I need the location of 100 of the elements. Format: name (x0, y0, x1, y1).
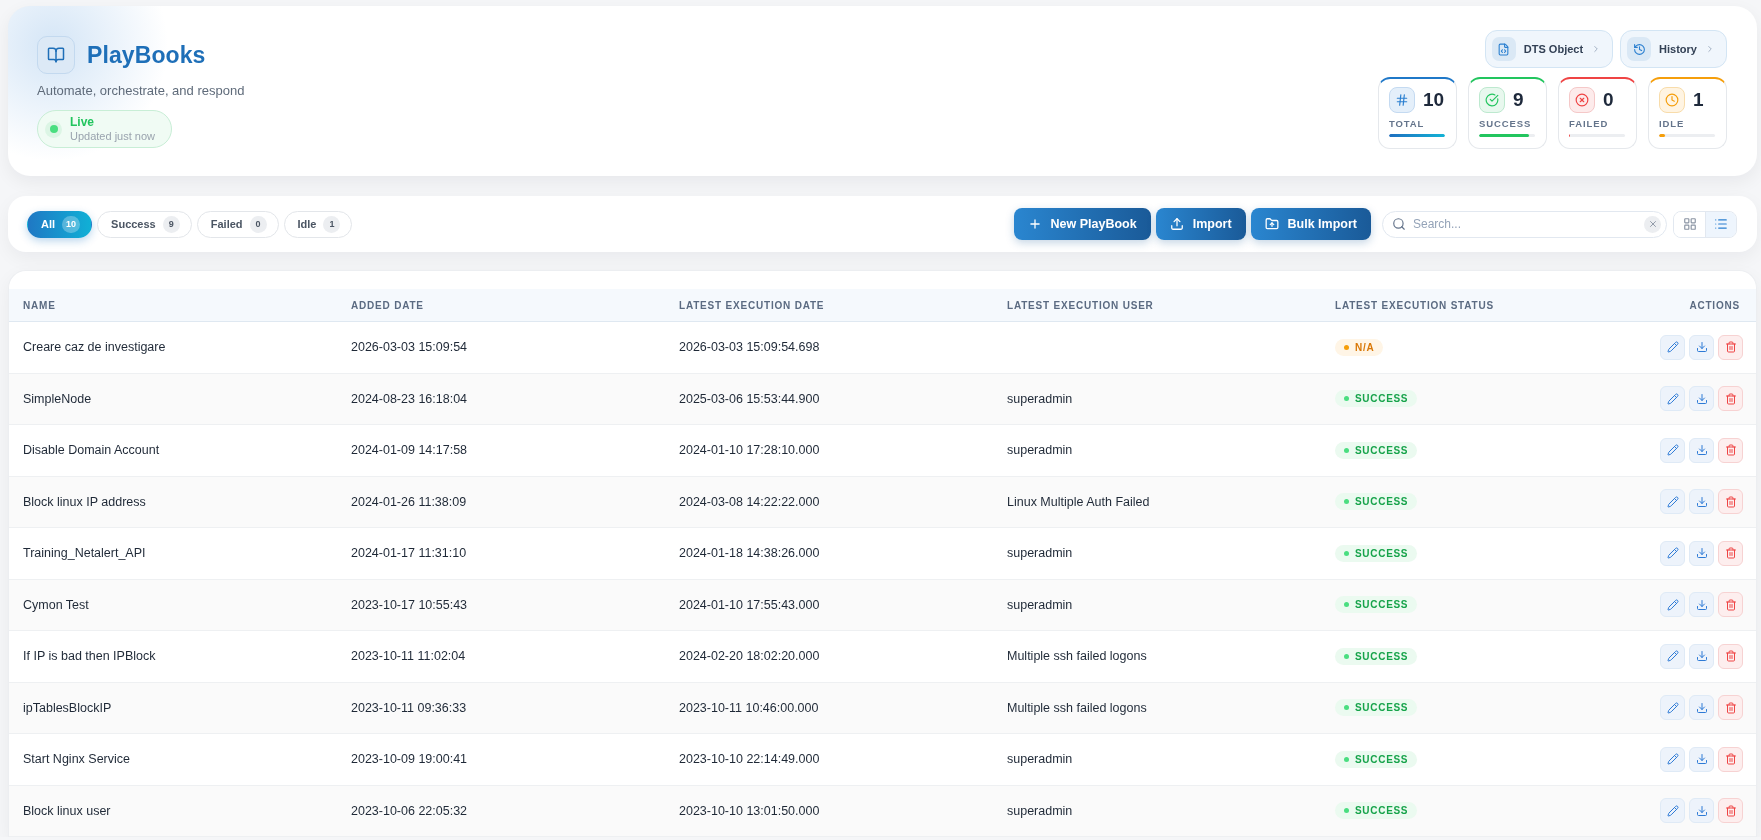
trash-icon (1724, 392, 1737, 405)
download-icon (1695, 753, 1708, 766)
header-link-button[interactable]: DTS Object (1484, 30, 1614, 68)
folder-upload-icon (1264, 217, 1279, 231)
clear-icon[interactable] (1644, 215, 1661, 233)
download-button[interactable] (1689, 540, 1714, 566)
pencil-icon (1666, 701, 1679, 714)
status-text: N/A (1355, 341, 1375, 353)
pencil-icon (1666, 753, 1679, 766)
table-cell-text: 2024-01-18 14:38:26.000 (679, 546, 821, 561)
table-cell-text: SimpleNode (23, 391, 93, 406)
delete-button[interactable] (1718, 643, 1743, 669)
delete-button[interactable] (1718, 540, 1743, 566)
table-cell-text: 2023-10-17 10:55:43 (351, 597, 469, 612)
table-cell-text: superadmin (1007, 443, 1074, 458)
edit-button[interactable] (1660, 540, 1685, 566)
search-field[interactable]: Search... (1382, 210, 1667, 238)
list-icon (1714, 217, 1728, 231)
download-icon (1695, 547, 1708, 560)
filter-tab[interactable]: Idle 1 (283, 210, 353, 238)
edit-button[interactable] (1660, 798, 1685, 824)
grid-icon (1682, 217, 1697, 231)
bulk-import-button[interactable]: Bulk Import (1250, 208, 1371, 240)
edit-button[interactable] (1660, 643, 1685, 669)
delete-button[interactable] (1718, 386, 1743, 412)
edit-button[interactable] (1660, 334, 1685, 360)
download-button[interactable] (1689, 592, 1714, 618)
filter-count: 10 (62, 215, 81, 233)
table-cell-text: superadmin (1007, 391, 1074, 406)
delete-button[interactable] (1718, 695, 1743, 721)
edit-button[interactable] (1660, 746, 1685, 772)
status-dot-icon (1344, 344, 1349, 350)
pencil-icon (1666, 341, 1679, 354)
hash-icon (1389, 87, 1415, 113)
page-subtitle: Automate, orchestrate, and respond (37, 83, 245, 98)
edit-button[interactable] (1660, 386, 1685, 412)
filter-tab[interactable]: All 10 (27, 210, 93, 238)
edit-button[interactable] (1660, 695, 1685, 721)
download-button[interactable] (1689, 798, 1714, 824)
trash-icon (1724, 547, 1737, 560)
delete-button[interactable] (1718, 489, 1743, 515)
delete-button[interactable] (1718, 334, 1743, 360)
filter-tab[interactable]: Success 9 (97, 210, 192, 238)
status-text: SUCCESS (1355, 650, 1409, 662)
status-dot-icon (1344, 602, 1349, 608)
download-button[interactable] (1689, 695, 1714, 721)
delete-button[interactable] (1718, 592, 1743, 618)
header-link-button[interactable]: History (1620, 30, 1727, 68)
search-input[interactable]: Search... (1413, 214, 1637, 234)
delete-button[interactable] (1718, 437, 1743, 463)
plus-icon (1027, 217, 1042, 231)
download-icon (1695, 804, 1708, 817)
column-header: NAME (23, 299, 56, 311)
table-cell-text: 2023-10-10 13:01:50.000 (679, 803, 821, 818)
download-button[interactable] (1689, 334, 1714, 360)
download-icon (1695, 341, 1708, 354)
download-icon (1695, 701, 1708, 714)
edit-button[interactable] (1660, 489, 1685, 515)
trash-icon (1724, 804, 1737, 817)
table-cell-text: 2026-03-03 15:09:54 (351, 340, 469, 355)
download-button[interactable] (1689, 746, 1714, 772)
delete-button[interactable] (1718, 798, 1743, 824)
edit-button[interactable] (1660, 592, 1685, 618)
trash-icon (1724, 444, 1737, 457)
import-button[interactable]: Import (1155, 208, 1246, 240)
history-icon (1627, 37, 1652, 61)
table-cell-text: ipTablesBlockIP (23, 700, 113, 715)
stat-value: 0 (1603, 89, 1614, 111)
column-header: ADDED DATE (351, 299, 424, 311)
pencil-icon (1666, 804, 1679, 817)
table-cell-text: Cymon Test (23, 597, 90, 612)
column-header: LATEST EXECUTION DATE (679, 299, 825, 311)
download-button[interactable] (1689, 437, 1714, 463)
download-button[interactable] (1689, 643, 1714, 669)
table-cell-text: superadmin (1007, 803, 1074, 818)
table-cell-text: 2024-01-26 11:38:09 (351, 494, 468, 509)
column-header: ACTIONS (1689, 299, 1740, 311)
status-text: SUCCESS (1355, 805, 1409, 817)
live-status-icon (45, 120, 62, 138)
trash-icon (1724, 341, 1737, 354)
download-button[interactable] (1689, 386, 1714, 412)
delete-button[interactable] (1718, 746, 1743, 772)
edit-button[interactable] (1660, 437, 1685, 463)
table-cell-text: 2024-01-09 14:17:58 (351, 443, 469, 458)
new-playbook-button[interactable]: New PlayBook (1013, 208, 1151, 240)
table-cell-text: Multiple ssh failed logons (1007, 649, 1148, 664)
status-dot-icon (1344, 705, 1349, 711)
trash-icon (1724, 598, 1737, 611)
stat-value: 10 (1423, 89, 1445, 111)
filter-count: 1 (323, 215, 341, 233)
download-button[interactable] (1689, 489, 1714, 515)
list-view-button[interactable] (1705, 211, 1736, 237)
filter-count: 9 (162, 215, 180, 233)
table-cell-text: 2026-03-03 15:09:54.698 (679, 340, 821, 355)
table-cell-text: 2024-03-08 14:22:22.000 (679, 494, 821, 509)
filter-tab[interactable]: Failed 0 (196, 210, 279, 238)
pencil-icon (1666, 598, 1679, 611)
page-title: PlayBooks (87, 41, 206, 69)
file-code-icon (1491, 37, 1516, 61)
column-header: LATEST EXECUTION STATUS (1335, 299, 1494, 311)
